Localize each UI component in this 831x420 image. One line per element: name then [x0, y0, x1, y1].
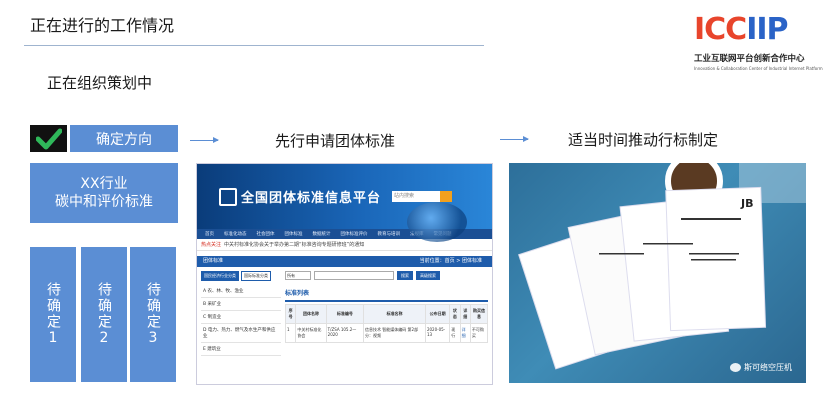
- cell: 中关村标准化协会: [295, 323, 327, 343]
- subtitle: 正在组织策划中: [47, 74, 153, 92]
- col-header: 序号: [284, 304, 297, 324]
- advanced-search-button[interactable]: 高级搜索: [416, 271, 440, 280]
- cell: 1: [284, 323, 297, 343]
- standards-documents-photo: JB 斯可络空压机: [509, 163, 806, 383]
- watermark: 斯可络空压机: [730, 362, 792, 373]
- pending-item-2: 待确定2: [81, 247, 127, 382]
- news-ticker: 热点关注 中关村标准化协会关于举办第二期“标准咨询专题研修班”的通知: [197, 239, 492, 251]
- section-title: 团体标准: [203, 258, 224, 264]
- nav-item[interactable]: 教育与培训: [378, 231, 401, 237]
- label-group-standard: 先行申请团体标准: [275, 132, 396, 150]
- category-item[interactable]: C 制造业: [201, 311, 281, 324]
- step-direction: 确定方向: [70, 125, 178, 152]
- arrow-right-icon: [190, 137, 219, 143]
- site-title: 全国团体标准信息平台: [241, 191, 382, 206]
- category-item[interactable]: E 建筑业: [201, 343, 281, 356]
- filter-select[interactable]: 所有: [285, 271, 311, 280]
- industry-line2: 碳中和评价标准: [55, 194, 153, 210]
- industry-line1: XX行业: [80, 176, 128, 192]
- filter-input[interactable]: [314, 271, 394, 280]
- category-sidebar: 国民经济行业分类 国际标准分类 A 农、林、牧、渔业 B 采矿业 C 制造业 D…: [201, 271, 281, 356]
- iccip-logo: ICCIIP 工业互联网平台创新合作中心 Innovation & Collab…: [694, 12, 823, 82]
- detail-link[interactable]: 详细: [462, 327, 466, 338]
- col-header: 状态: [449, 304, 461, 324]
- cell: 信息技术 智能媒体编码 第2部分：视频: [363, 323, 426, 343]
- category-item[interactable]: B 采矿业: [201, 298, 281, 311]
- tab-intl-class[interactable]: 国际标准分类: [241, 271, 271, 281]
- col-header: 公布日期: [424, 304, 451, 324]
- table-row: 1 中关村标准化协会 T/ZSA 105.2—2020 信息技术 智能媒体编码 …: [284, 323, 489, 343]
- col-header: 团体名称: [295, 304, 327, 324]
- logo-mark-red: ICC: [694, 12, 747, 47]
- site-search-input[interactable]: 站内搜索: [392, 191, 440, 202]
- nav-item[interactable]: 数据统计: [313, 231, 331, 237]
- site-logo-icon: [219, 188, 237, 206]
- logo-mark-blue: IIP: [746, 12, 788, 47]
- nav-item[interactable]: 首页: [205, 231, 214, 237]
- site-search-button[interactable]: [440, 191, 452, 202]
- col-header: 标准名称: [363, 304, 426, 324]
- step-industry-standard: XX行业 碳中和评价标准: [30, 163, 178, 223]
- tab-industry-class[interactable]: 国民经济行业分类: [201, 271, 239, 281]
- nav-item[interactable]: 团体标准评价: [341, 231, 368, 237]
- nav-item[interactable]: 标准化动态: [224, 231, 247, 237]
- nav-item[interactable]: 社会团体: [257, 231, 275, 237]
- arrow-right-icon: [500, 136, 529, 142]
- cell: 现行: [449, 323, 461, 343]
- website-screenshot: 全国团体标准信息平台 站内搜索 首页 标准化动态 社会团体 团体标准 数据统计 …: [196, 163, 493, 385]
- category-item[interactable]: D 电力、热力、燃气及水生产和供应业: [201, 324, 281, 343]
- list-title: 标准列表: [285, 285, 488, 302]
- doc-mark: JB: [740, 197, 753, 210]
- wechat-icon: [730, 363, 741, 372]
- page-title: 正在进行的工作情况: [30, 16, 175, 35]
- standard-list-panel: 所有 搜索 高级搜索 标准列表 序号 团体名称 标准编号 标准名称 公布日期 状…: [284, 271, 489, 356]
- cell: T/ZSA 105.2—2020: [325, 323, 365, 343]
- cell: 2020-05-13: [424, 323, 451, 343]
- pending-item-3: 待确定3: [130, 247, 176, 382]
- section-bar: 团体标准 当前位置：首页 > 团体标准: [197, 256, 492, 267]
- cell-link: 详细: [459, 323, 471, 343]
- search-button[interactable]: 搜索: [397, 271, 413, 280]
- cell: 不可购买: [469, 323, 489, 343]
- pending-item-1: 待确定1: [30, 247, 76, 382]
- label-industry-standard: 适当时间推动行标制定: [568, 131, 719, 149]
- standard-table: 序号 团体名称 标准编号 标准名称 公布日期 状态 详细 购买信息 1 中关村标…: [284, 304, 489, 343]
- ticker-hot: 热点关注: [201, 242, 222, 248]
- website-banner: 全国团体标准信息平台 站内搜索: [197, 164, 492, 242]
- col-header: 标准编号: [325, 304, 365, 324]
- breadcrumb: 当前位置：首页 > 团体标准: [419, 258, 482, 264]
- checkmark-icon: [30, 125, 67, 152]
- col-header: 购买信息: [469, 304, 489, 324]
- logo-cn-text: 工业互联网平台创新合作中心: [694, 54, 805, 64]
- logo-en-text: Innovation & Collaboration Center of Ind…: [694, 66, 823, 71]
- col-header: 详细: [459, 304, 471, 324]
- category-item[interactable]: A 农、林、牧、渔业: [201, 285, 281, 298]
- globe-image: [407, 202, 467, 242]
- watermark-text: 斯可络空压机: [744, 363, 792, 372]
- title-divider: [24, 45, 484, 46]
- nav-item[interactable]: 团体标准: [285, 231, 303, 237]
- ticker-text[interactable]: 中关村标准化协会关于举办第二期“标准咨询专题研修班”的通知: [224, 242, 364, 248]
